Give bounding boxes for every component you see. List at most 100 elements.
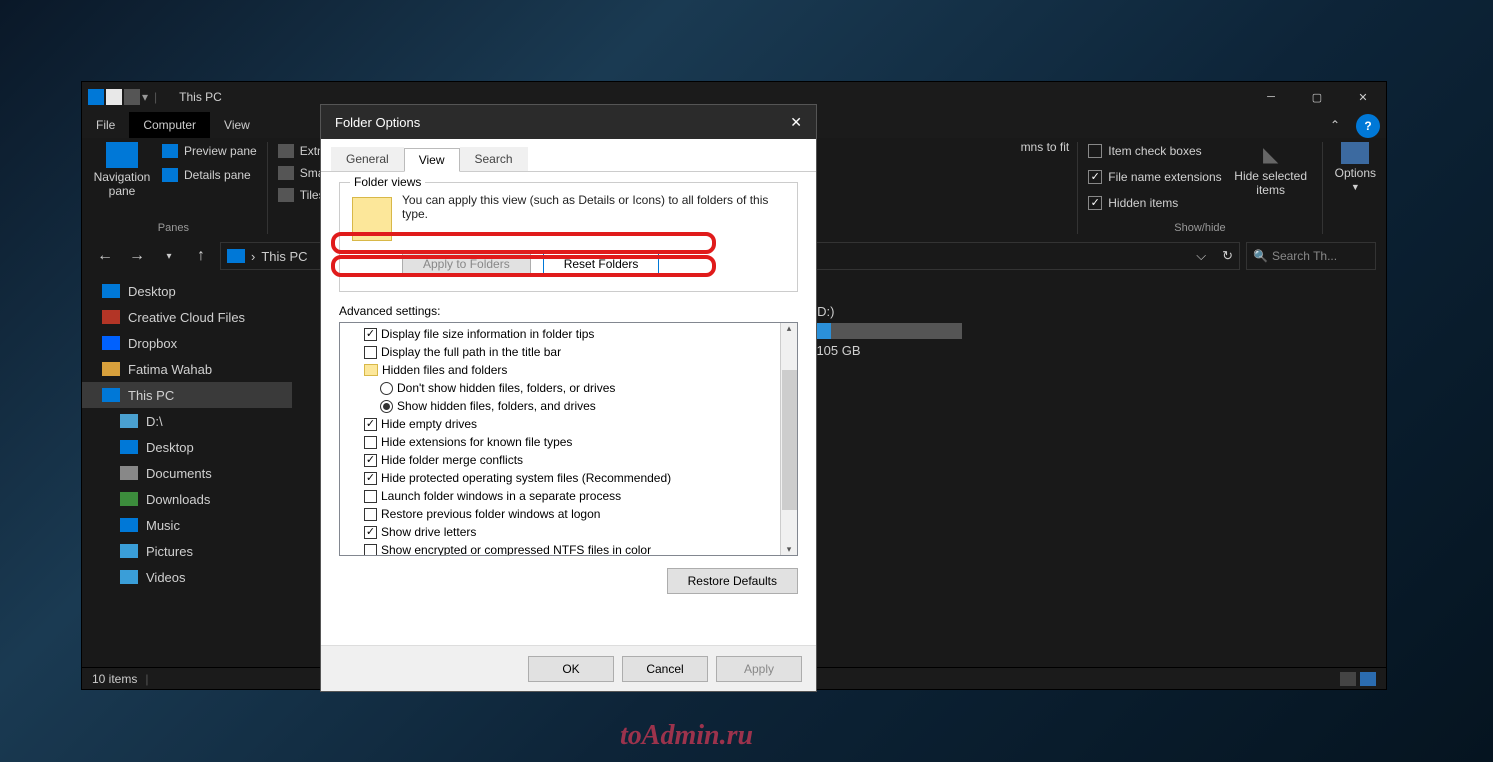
sidebar-item-videos[interactable]: Videos: [82, 564, 292, 590]
sidebar-item-desktop2[interactable]: Desktop: [82, 434, 292, 460]
details-view-button[interactable]: [1340, 672, 1356, 686]
drive-label[interactable]: e (D:): [802, 304, 962, 319]
reset-folders-button[interactable]: Reset Folders: [543, 251, 660, 277]
search-box[interactable]: 🔍 Search Th...: [1246, 242, 1376, 270]
breadcrumb-chevron[interactable]: ›: [251, 249, 255, 264]
advanced-setting-item[interactable]: Show encrypted or compressed NTFS files …: [340, 541, 780, 555]
dialog-tabs: General View Search: [321, 139, 816, 172]
sidebar-item-pictures[interactable]: Pictures: [82, 538, 292, 564]
setting-label: Hidden files and folders: [382, 363, 507, 377]
advanced-scrollbar[interactable]: ▴ ▾: [780, 323, 797, 555]
folder-options-dialog: Folder Options ✕ General View Search Fol…: [320, 104, 817, 692]
layout-small[interactable]: Sma: [276, 162, 327, 184]
tab-computer[interactable]: Computer: [129, 112, 210, 138]
advanced-setting-item[interactable]: Hide extensions for known file types: [340, 433, 780, 451]
sidebar-item-this-pc[interactable]: This PC: [82, 382, 292, 408]
history-dropdown[interactable]: ▾: [156, 251, 182, 262]
forward-button[interactable]: →: [124, 247, 150, 265]
hide-selected-items-button[interactable]: ◣ Hide selected items: [1228, 140, 1314, 199]
advanced-setting-item[interactable]: Launch folder windows in a separate proc…: [340, 487, 780, 505]
item-check-boxes-toggle[interactable]: Item check boxes: [1086, 140, 1223, 162]
checkbox-icon[interactable]: ✓: [364, 472, 377, 485]
icons-view-button[interactable]: [1360, 672, 1376, 686]
radio-icon[interactable]: [380, 400, 393, 413]
advanced-setting-item[interactable]: Don't show hidden files, folders, or dri…: [340, 379, 780, 397]
advanced-setting-item[interactable]: ✓Hide protected operating system files (…: [340, 469, 780, 487]
scroll-thumb[interactable]: [782, 370, 797, 510]
radio-icon[interactable]: [380, 382, 393, 395]
advanced-setting-item[interactable]: Show hidden files, folders, and drives: [340, 397, 780, 415]
checkbox-icon[interactable]: [364, 346, 377, 359]
advanced-setting-item[interactable]: Restore previous folder windows at logon: [340, 505, 780, 523]
file-name-extensions-toggle[interactable]: ✓File name extensions: [1086, 166, 1223, 188]
advanced-setting-item[interactable]: ✓ Hide folder merge conflicts: [340, 451, 780, 469]
tab-view[interactable]: View: [210, 112, 264, 138]
sidebar-item-creative-cloud[interactable]: Creative Cloud Files: [82, 304, 292, 330]
desktop-icon: [102, 284, 120, 298]
checkbox-icon[interactable]: ✓: [364, 526, 377, 539]
address-path[interactable]: This PC: [261, 249, 307, 264]
checkbox-icon[interactable]: [364, 436, 377, 449]
checkbox-icon[interactable]: [364, 544, 377, 556]
hide-selected-icon: ◣: [1263, 142, 1278, 167]
sidebar-item-desktop[interactable]: Desktop: [82, 278, 292, 304]
properties-icon[interactable]: [106, 89, 122, 105]
restore-defaults-button[interactable]: Restore Defaults: [667, 568, 798, 594]
dialog-tab-view[interactable]: View: [404, 148, 460, 172]
showhide-group-label: Show/hide: [1086, 222, 1313, 236]
window-title: This PC: [179, 90, 222, 104]
address-dropdown[interactable]: ⌵: [1196, 248, 1206, 264]
dialog-tab-search[interactable]: Search: [460, 147, 528, 171]
folder-icon[interactable]: [124, 89, 140, 105]
sidebar-item-dropbox[interactable]: Dropbox: [82, 330, 292, 356]
sidebar-item-downloads[interactable]: Downloads: [82, 486, 292, 512]
qat-dropdown-icon[interactable]: ▾: [142, 90, 148, 104]
size-columns-to-fit[interactable]: mns to fit: [1021, 140, 1070, 154]
setting-label: Hide folder merge conflicts: [381, 453, 523, 467]
advanced-setting-item[interactable]: ✓Hide empty drives: [340, 415, 780, 433]
minimize-button[interactable]: ─: [1248, 82, 1294, 112]
tab-file[interactable]: File: [82, 112, 129, 138]
advanced-setting-item[interactable]: Display the full path in the title bar: [340, 343, 780, 361]
back-button[interactable]: ←: [92, 247, 118, 265]
checkbox-icon[interactable]: [364, 508, 377, 521]
hidden-items-toggle[interactable]: ✓Hidden items: [1086, 192, 1223, 214]
scroll-up-icon[interactable]: ▴: [787, 323, 792, 334]
user-folder-icon: [102, 362, 120, 376]
setting-label: Launch folder windows in a separate proc…: [381, 489, 621, 503]
advanced-settings-label: Advanced settings:: [339, 304, 798, 318]
checkbox-icon[interactable]: [364, 490, 377, 503]
options-button[interactable]: Options ▼: [1331, 140, 1380, 194]
dialog-tab-general[interactable]: General: [331, 147, 404, 171]
advanced-setting-item[interactable]: Hidden files and folders: [340, 361, 780, 379]
advanced-setting-item[interactable]: ✓Display file size information in folder…: [340, 325, 780, 343]
layout-extra-large[interactable]: Extn: [276, 140, 326, 162]
close-button[interactable]: ✕: [1340, 82, 1386, 112]
panes-group-label: Panes: [88, 222, 259, 236]
checkbox-icon[interactable]: ✓: [364, 454, 377, 467]
checkbox-icon[interactable]: ✓: [364, 418, 377, 431]
ok-button[interactable]: OK: [528, 656, 614, 682]
sidebar-item-d-drive[interactable]: D:\: [82, 408, 292, 434]
sidebar-item-user[interactable]: Fatima Wahab: [82, 356, 292, 382]
checkbox-icon: [1088, 144, 1102, 158]
dropbox-icon: [102, 336, 120, 350]
checkbox-icon[interactable]: ✓: [364, 328, 377, 341]
advanced-setting-item[interactable]: ✓Show drive letters: [340, 523, 780, 541]
dialog-close-button[interactable]: ✕: [790, 114, 802, 131]
ribbon-collapse-button[interactable]: ⌃: [1320, 112, 1350, 138]
help-button[interactable]: ?: [1356, 114, 1380, 138]
details-pane-button[interactable]: Details pane: [160, 164, 259, 186]
layout-tiles[interactable]: Tiles: [276, 184, 327, 206]
preview-pane-button[interactable]: Preview pane: [160, 140, 259, 162]
maximize-button[interactable]: ▢: [1294, 82, 1340, 112]
scroll-down-icon[interactable]: ▾: [787, 544, 792, 555]
refresh-button[interactable]: ↻: [1222, 248, 1233, 264]
up-button[interactable]: ↑: [188, 247, 214, 265]
advanced-settings-items[interactable]: ✓Display file size information in folder…: [340, 323, 780, 555]
navigation-pane-button[interactable]: Navigation pane: [88, 140, 156, 200]
sidebar-item-music[interactable]: Music: [82, 512, 292, 538]
folder-views-group: Folder views You can apply this view (su…: [339, 182, 798, 292]
cancel-button[interactable]: Cancel: [622, 656, 708, 682]
sidebar-item-documents[interactable]: Documents: [82, 460, 292, 486]
